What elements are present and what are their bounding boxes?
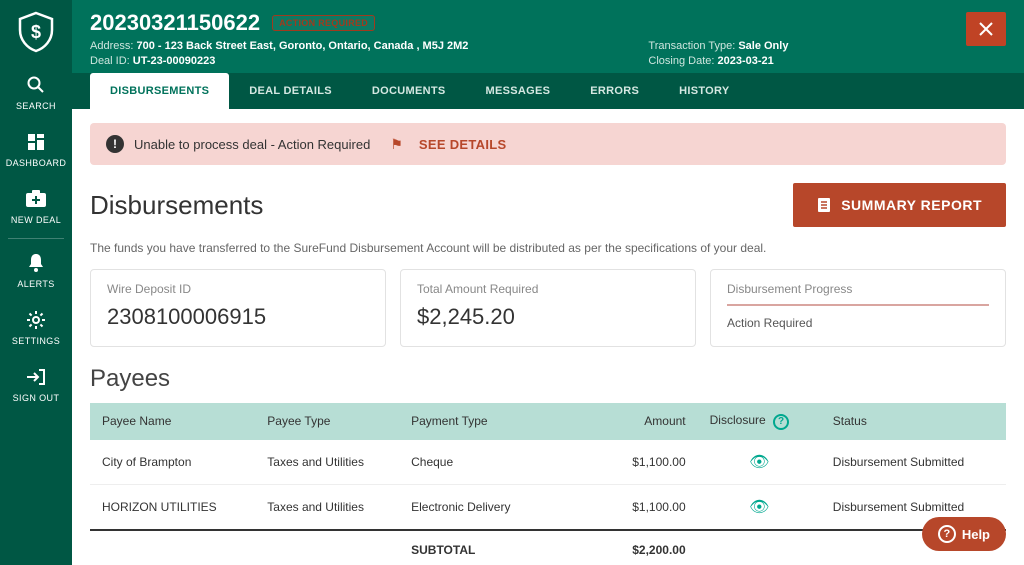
sidebar-item-label: ALERTS (17, 279, 54, 289)
total-amount-card: Total Amount Required $2,245.20 (400, 269, 696, 347)
cell-payee-type: Taxes and Utilities (255, 440, 399, 485)
col-amount: Amount (605, 403, 697, 440)
svg-text:$: $ (31, 22, 41, 42)
col-payment-type: Payment Type (399, 403, 605, 440)
deal-id-label: Deal ID: (90, 55, 133, 67)
cell-amount: $1,100.00 (605, 440, 697, 485)
table-row[interactable]: City of Brampton Taxes and Utilities Che… (90, 440, 1006, 485)
cell-amount: $1,100.00 (605, 484, 697, 530)
eye-icon[interactable]: 👁 (749, 454, 769, 471)
flag-icon: ⚑ (390, 136, 403, 153)
cell-payee-name: HORIZON UTILITIES (90, 484, 255, 530)
sidebar-item-label: NEW DEAL (11, 215, 61, 225)
tabs-bar: DISBURSEMENTS DEAL DETAILS DOCUMENTS MES… (72, 73, 1024, 109)
progress-text: Action Required (727, 316, 989, 330)
deal-header: 20230321150622 ACTION REQUIRED Address: … (72, 0, 1024, 73)
sidebar-item-search[interactable]: SEARCH (0, 64, 72, 121)
table-row[interactable]: HORIZON UTILITIES Taxes and Utilities El… (90, 484, 1006, 530)
see-details-link[interactable]: SEE DETAILS (419, 137, 507, 152)
sidebar-item-new-deal[interactable]: NEW DEAL (0, 178, 72, 235)
search-icon (25, 74, 47, 96)
tab-deal-details[interactable]: DEAL DETAILS (229, 73, 352, 109)
subtotal-label: SUBTOTAL (399, 530, 605, 565)
alert-icon: ! (106, 135, 124, 153)
action-required-badge: ACTION REQUIRED (272, 15, 375, 31)
col-payee-type: Payee Type (255, 403, 399, 440)
address-value: 700 - 123 Back Street East, Goronto, Ont… (136, 40, 468, 52)
new-deal-icon (25, 188, 47, 210)
deal-id-value: UT-23-00090223 (133, 55, 216, 67)
closing-date-value: 2023-03-21 (718, 55, 774, 67)
total-amount-label: Total Amount Required (417, 282, 679, 296)
app-logo-icon: $ (14, 10, 58, 54)
alert-banner: ! Unable to process deal - Action Requir… (90, 123, 1006, 165)
sidebar-item-sign-out[interactable]: SIGN OUT (0, 356, 72, 413)
sidebar: $ SEARCH DASHBOARD NEW DEAL ALERTS SETTI… (0, 0, 72, 565)
cell-status: Disbursement Submitted (821, 440, 1006, 485)
help-icon: ? (938, 525, 956, 543)
wire-deposit-value: 2308100006915 (107, 304, 369, 330)
bell-icon (25, 252, 47, 274)
payees-table: Payee Name Payee Type Payment Type Amoun… (90, 403, 1006, 565)
sidebar-item-label: SETTINGS (12, 336, 60, 346)
sidebar-item-label: SEARCH (16, 101, 56, 111)
tab-disbursements[interactable]: DISBURSEMENTS (90, 73, 229, 109)
gear-icon (25, 309, 47, 331)
sign-out-icon (25, 366, 47, 388)
close-icon (979, 22, 993, 36)
address-label: Address: (90, 40, 136, 52)
alert-text: Unable to process deal - Action Required (134, 137, 370, 152)
cell-payment-type: Cheque (399, 440, 605, 485)
progress-bar (727, 304, 989, 306)
subtotal-row: SUBTOTAL $2,200.00 (90, 530, 1006, 565)
section-subtext: The funds you have transferred to the Su… (90, 241, 1006, 255)
deal-number: 20230321150622 (90, 10, 260, 36)
tab-messages[interactable]: MESSAGES (466, 73, 571, 109)
sidebar-item-settings[interactable]: SETTINGS (0, 299, 72, 356)
help-circle-icon[interactable]: ? (773, 414, 789, 430)
sidebar-item-label: DASHBOARD (6, 158, 67, 168)
tab-documents[interactable]: DOCUMENTS (352, 73, 466, 109)
summary-report-label: SUMMARY REPORT (841, 197, 982, 213)
col-payee-name: Payee Name (90, 403, 255, 440)
col-disclosure-label: Disclosure (710, 413, 766, 427)
payees-title: Payees (90, 365, 1006, 393)
dashboard-icon (25, 131, 47, 153)
help-button[interactable]: ? Help (922, 517, 1006, 551)
progress-card: Disbursement Progress Action Required (710, 269, 1006, 347)
cell-payee-name: City of Brampton (90, 440, 255, 485)
cell-payee-type: Taxes and Utilities (255, 484, 399, 530)
progress-label: Disbursement Progress (727, 282, 989, 296)
col-disclosure: Disclosure ? (698, 403, 821, 440)
document-icon (817, 197, 831, 213)
tab-errors[interactable]: ERRORS (570, 73, 659, 109)
close-button[interactable] (966, 12, 1006, 46)
closing-date-label: Closing Date: (648, 55, 717, 67)
cell-payment-type: Electronic Delivery (399, 484, 605, 530)
wire-deposit-card: Wire Deposit ID 2308100006915 (90, 269, 386, 347)
summary-report-button[interactable]: SUMMARY REPORT (793, 183, 1006, 227)
col-status: Status (821, 403, 1006, 440)
eye-icon[interactable]: 👁 (749, 499, 769, 516)
help-label: Help (962, 527, 990, 542)
total-amount-value: $2,245.20 (417, 304, 679, 330)
txn-type-label: Transaction Type: (648, 40, 738, 52)
sidebar-separator (8, 238, 64, 239)
sidebar-item-alerts[interactable]: ALERTS (0, 242, 72, 299)
txn-type-value: Sale Only (738, 40, 788, 52)
page-title: Disbursements (90, 190, 263, 221)
tab-history[interactable]: HISTORY (659, 73, 749, 109)
wire-deposit-label: Wire Deposit ID (107, 282, 369, 296)
sidebar-item-dashboard[interactable]: DASHBOARD (0, 121, 72, 178)
subtotal-value: $2,200.00 (605, 530, 697, 565)
sidebar-item-label: SIGN OUT (13, 393, 60, 403)
